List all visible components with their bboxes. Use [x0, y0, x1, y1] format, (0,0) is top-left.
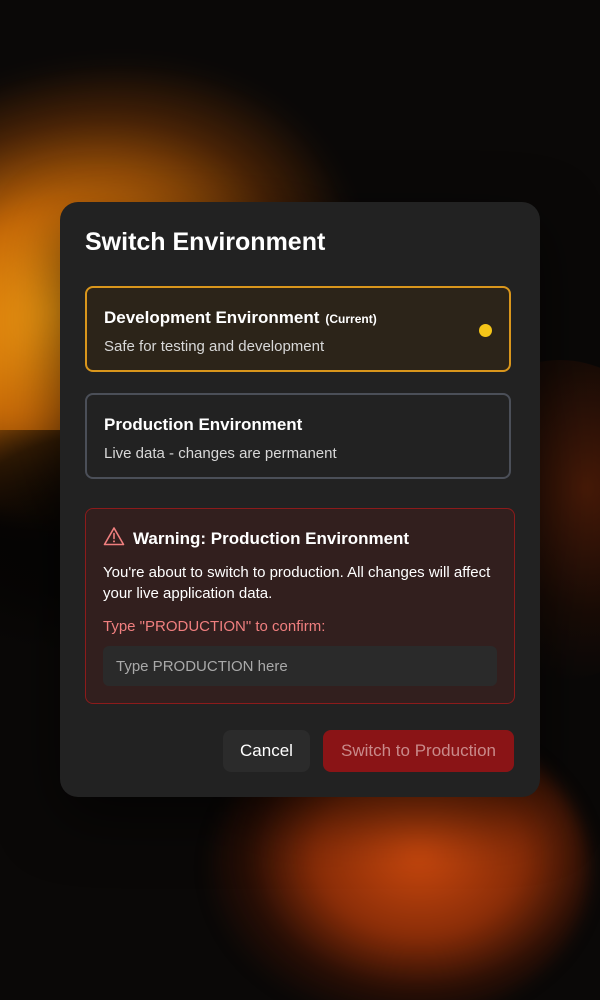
- environment-description: Safe for testing and development: [104, 338, 325, 355]
- production-warning: Warning: Production Environment You're a…: [85, 508, 515, 704]
- dialog-title: Switch Environment: [85, 228, 326, 256]
- confirm-production-input[interactable]: [103, 646, 497, 686]
- switch-to-production-button[interactable]: Switch to Production: [323, 730, 514, 772]
- current-badge: (Current): [325, 312, 377, 326]
- environment-name: Production Environment: [104, 415, 303, 434]
- environment-name: Development Environment (Current): [104, 308, 377, 328]
- cancel-button[interactable]: Cancel: [223, 730, 310, 772]
- switch-environment-dialog: Switch Environment Development Environme…: [60, 202, 540, 797]
- environment-description: Live data - changes are permanent: [104, 445, 337, 462]
- warning-title: Warning: Production Environment: [133, 529, 410, 548]
- confirm-label: Type "PRODUCTION" to confirm:: [103, 618, 326, 635]
- environment-option-production[interactable]: Production Environment Live data - chang…: [85, 393, 511, 479]
- warning-triangle-icon: [103, 527, 125, 546]
- warning-message: You're about to switch to production. Al…: [103, 564, 491, 602]
- environment-option-development[interactable]: Development Environment (Current) Safe fo…: [85, 286, 511, 372]
- selected-indicator-dot: [479, 324, 492, 337]
- environment-name-label: Development Environment: [104, 308, 320, 327]
